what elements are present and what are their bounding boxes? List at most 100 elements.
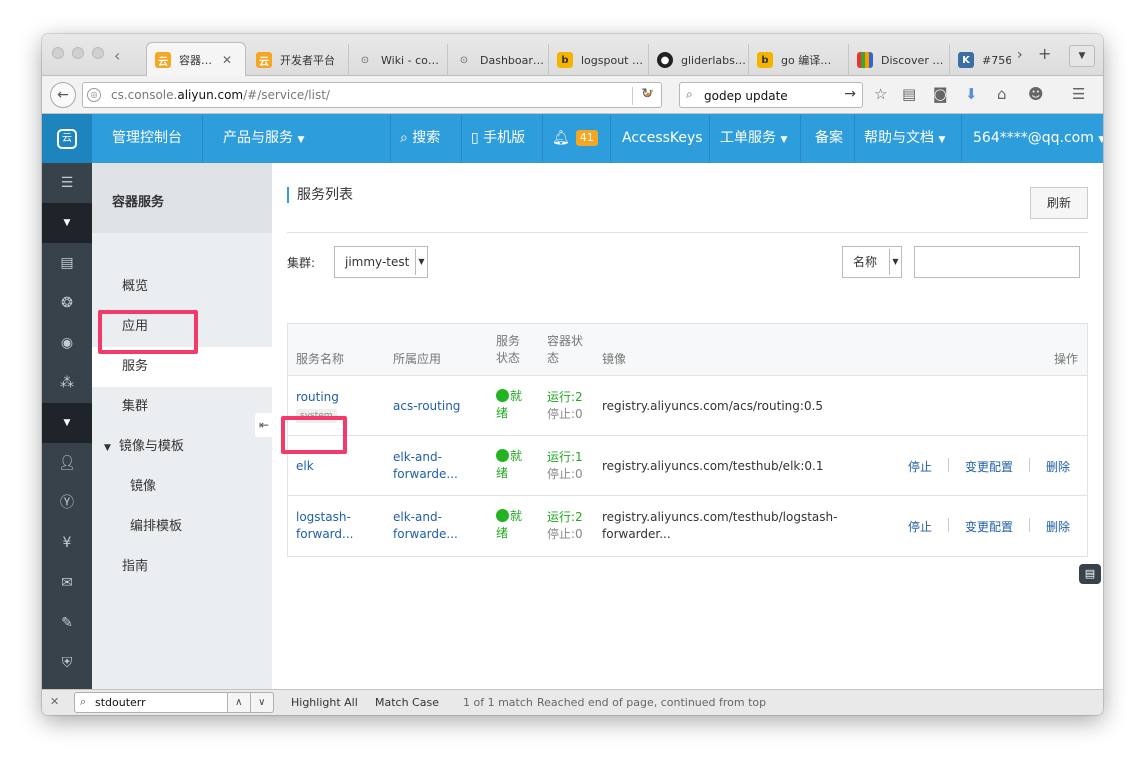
close-find-bar-icon[interactable]: ✕ xyxy=(50,695,59,708)
highlight-all-toggle[interactable]: Highlight All xyxy=(291,696,358,709)
server-icon[interactable]: ▤ xyxy=(42,243,92,283)
tab-scroll-right-icon[interactable]: › xyxy=(1017,47,1023,63)
reading-list-icon[interactable]: ▤ xyxy=(902,85,916,103)
smiley-icon[interactable]: ☻ xyxy=(1028,85,1044,103)
sidebar-group-caret-icon[interactable]: ▼ xyxy=(42,203,92,243)
tickets-menu[interactable]: 工单服务 ▼ xyxy=(720,114,787,163)
back-arrow-icon[interactable]: ← xyxy=(50,82,76,108)
match-case-toggle[interactable]: Match Case xyxy=(375,696,439,709)
bing-favicon-icon: b xyxy=(757,52,773,68)
table-row: elk elk-and-forwarde... 就绪 运行:1 停止:0 regi… xyxy=(288,436,1087,496)
service-name-link[interactable]: elk xyxy=(296,458,314,475)
tab-gliderlabs[interactable]: ● gliderlabs… xyxy=(648,44,747,76)
app-link[interactable]: acs-routing xyxy=(393,398,460,415)
tab-discover[interactable]: Discover … xyxy=(848,44,948,76)
chat-feedback-icon[interactable]: ▤ xyxy=(1079,564,1101,584)
subnav-item-guide[interactable]: 指南 xyxy=(92,547,272,587)
minimize-window-button[interactable] xyxy=(72,47,84,59)
url-bar[interactable]: ◎ cs.console.aliyun.com/#/service/list/ … xyxy=(82,82,662,108)
tab-strip: ‹ 云 容器… ✕ 云 开发者平台 ⊙ Wiki - co… ⊙ Dashboa… xyxy=(42,34,1103,77)
stop-button[interactable]: 停止 xyxy=(908,518,932,535)
stop-button[interactable]: 停止 xyxy=(908,458,932,475)
new-tab-plus-icon[interactable]: + xyxy=(1038,44,1051,63)
filter-field-select[interactable]: 名称 ▼ xyxy=(842,246,902,278)
change-config-button[interactable]: 变更配置 xyxy=(965,458,1013,475)
subnav-title: 容器服务 xyxy=(92,163,272,233)
tab-scroll-left-icon[interactable]: ‹ xyxy=(114,46,120,65)
aliyun-logo-icon: 云 xyxy=(57,129,77,149)
close-window-button[interactable] xyxy=(52,47,64,59)
find-previous-icon[interactable]: ∧ xyxy=(228,693,251,712)
download-arrow-icon[interactable]: ⬇ xyxy=(965,85,978,103)
sidebar-group-caret-icon[interactable]: ▼ xyxy=(42,403,92,443)
bird-extension-icon[interactable]: ➹ xyxy=(644,86,655,101)
dns-icon[interactable]: ◉ xyxy=(42,323,92,363)
container-icon[interactable]: ❂ xyxy=(42,283,92,323)
accesskeys-link[interactable]: AccessKeys xyxy=(622,114,703,163)
aliyun-favicon-icon: 云 xyxy=(155,52,171,68)
shield-icon[interactable]: ⛨ xyxy=(42,643,92,683)
web-search-input[interactable]: ⌕ godep update → xyxy=(679,82,863,108)
app-link[interactable]: elk-and-forwarde... xyxy=(393,509,458,543)
search-go-arrow-icon[interactable]: → xyxy=(844,86,856,102)
change-config-button[interactable]: 变更配置 xyxy=(965,518,1013,535)
image-name: registry.aliyuncs.com/acs/routing:0.5 xyxy=(602,399,824,413)
subnav-item-clusters[interactable]: 集群 xyxy=(92,387,272,427)
wolf-favicon-icon: ⊙ xyxy=(459,54,469,66)
collapse-subnav-icon[interactable]: ⇤ xyxy=(255,413,273,437)
products-menu[interactable]: 产品与服务 ▼ xyxy=(223,114,304,163)
console-home-link[interactable]: 管理控制台 xyxy=(112,114,182,163)
header-search[interactable]: ⌕ 搜索 xyxy=(400,114,440,163)
service-name-link[interactable]: routing xyxy=(296,390,339,404)
tab-active[interactable]: 云 容器… ✕ xyxy=(146,42,246,77)
notifications-button[interactable]: 🔔︎ 41 xyxy=(552,114,598,163)
bookmark-star-icon[interactable]: ☆ xyxy=(874,85,887,103)
filter-search-input[interactable] xyxy=(914,246,1080,278)
status-ready-dot-icon xyxy=(496,509,509,522)
tab-close-icon[interactable]: ✕ xyxy=(222,53,232,67)
beian-link[interactable]: 备案 xyxy=(815,114,843,163)
table-row: logstash-forward... elk-and-forwarde... … xyxy=(296,509,1071,543)
sidebar-toggle-icon[interactable]: ☰ xyxy=(42,163,92,203)
subnav-item-images[interactable]: 镜像 xyxy=(92,467,272,507)
delete-button[interactable]: 删除 xyxy=(1046,518,1070,535)
search-icon: ⌕ xyxy=(400,130,408,146)
mobile-version-link[interactable]: ▯ 手机版 xyxy=(471,114,525,163)
home-icon[interactable]: ⌂ xyxy=(997,85,1007,103)
aliyun-logo[interactable]: 云 xyxy=(42,114,92,163)
find-input[interactable]: ⌕ stdouterr xyxy=(74,692,228,713)
hamburger-menu-icon[interactable]: ☰ xyxy=(1072,85,1085,103)
tab-dashboard[interactable]: ⊙ Dashboar… xyxy=(447,44,546,76)
tab-developer-platform[interactable]: 云 开发者平台 xyxy=(248,44,346,76)
subnav-item-templates[interactable]: 编排模板 xyxy=(92,507,272,547)
tab-issue[interactable]: K #756 xyxy=(949,44,1011,76)
caret-down-icon: ▼ xyxy=(780,135,788,145)
caret-down-icon: ▼ xyxy=(938,135,946,145)
user-icon[interactable]: 👤︎ xyxy=(42,443,92,483)
service-table: 服务名称 所属应用 服务 状态 容器状态 镜像 操作 routing system… xyxy=(287,323,1088,557)
find-next-icon[interactable]: ∨ xyxy=(251,693,273,712)
network-nodes-icon[interactable]: ⁂ xyxy=(42,363,92,403)
pocket-icon[interactable]: ◙ xyxy=(933,85,948,103)
subnav-group-images-templates[interactable]: ▼ 镜像与模板 xyxy=(92,427,272,467)
subnav-item-overview[interactable]: 概览 xyxy=(92,267,272,307)
zoom-window-button[interactable] xyxy=(92,47,104,59)
money-bag-icon[interactable]: ¥ xyxy=(42,523,92,563)
mail-icon[interactable]: ✉ xyxy=(42,563,92,603)
service-name-link[interactable]: logstash-forward... xyxy=(296,509,353,543)
tab-go-build[interactable]: b go 编译… xyxy=(748,44,847,76)
refresh-button[interactable]: 刷新 xyxy=(1030,187,1088,219)
help-docs-menu[interactable]: 帮助与文档 ▼ xyxy=(864,114,945,163)
cluster-select[interactable]: jimmy-test ▼ xyxy=(334,246,428,278)
main-content: 服务列表 刷新 集群: jimmy-test ▼ 名称 ▼ 服务名称 所属应用 … xyxy=(272,163,1103,689)
app-link[interactable]: elk-and-forwarde... xyxy=(393,449,458,483)
tab-logspout[interactable]: b logspout … xyxy=(548,44,647,76)
yen-circle-icon[interactable]: Ⓨ xyxy=(42,483,92,523)
pencil-icon[interactable]: ✎ xyxy=(42,603,92,643)
tab-list-menu-icon[interactable]: ▼ xyxy=(1069,45,1095,67)
caret-down-icon: ▼ xyxy=(297,135,305,145)
status-ready-dot-icon xyxy=(496,389,509,402)
tab-wiki[interactable]: ⊙ Wiki - co… xyxy=(348,44,446,76)
delete-button[interactable]: 删除 xyxy=(1046,458,1070,475)
user-account-menu[interactable]: 564****@qq.com ▼ xyxy=(973,114,1103,163)
